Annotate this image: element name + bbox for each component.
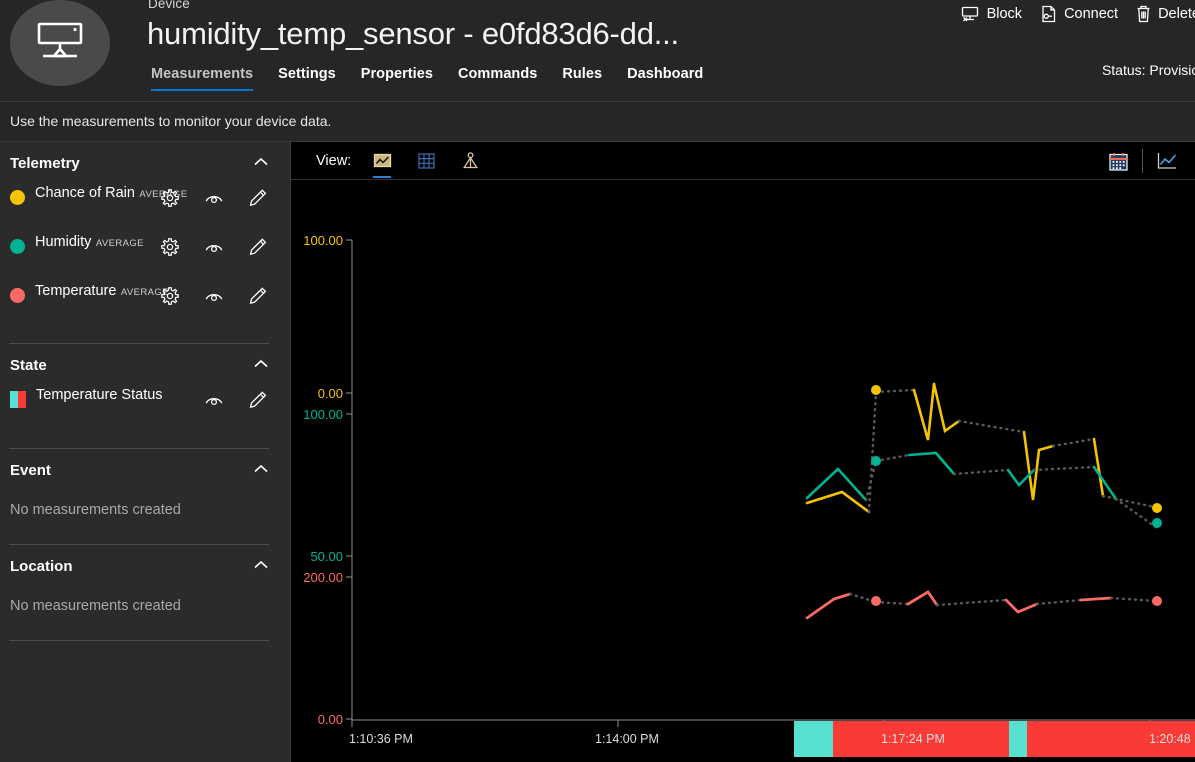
section-title: Telemetry [10,154,80,172]
section-header-telemetry[interactable]: Telemetry [0,142,290,184]
state-bar-temperature-status [794,721,1195,757]
measurement-row-humidity[interactable]: Humidity AVERAGE [0,233,290,282]
tab-settings[interactable]: Settings [278,66,336,91]
y-tick-temp-max: 200.00 [303,570,343,585]
toolbar-divider [1142,149,1143,173]
header-actions: Block Connect Delet [961,0,1195,28]
pencil-icon[interactable] [248,188,268,208]
gear-icon[interactable] [160,237,180,257]
measurement-name: Temperature [35,283,117,299]
chevron-up-icon[interactable] [253,463,269,475]
page-description: Use the measurements to monitor your dev… [10,113,332,129]
y-tick-rain-min: 0.00 [317,386,343,401]
y-tick-temp-min: 0.00 [317,712,343,727]
pencil-icon[interactable] [248,237,268,257]
page-title: humidity_temp_sensor - e0fd83d6-dd... [147,16,679,51]
y-tick-humidity-min: 50.00 [310,549,343,564]
table-view-icon[interactable] [415,148,437,174]
chart-svg [346,239,1195,757]
map-view-icon[interactable] [459,148,481,174]
y-tick-marks [346,239,352,720]
block-button[interactable]: Block [961,6,1022,23]
tab-commands[interactable]: Commands [458,66,537,91]
connect-icon [1040,5,1057,23]
y-tick-rain-max: 100.00 [303,233,343,248]
delete-button[interactable]: Delete [1136,5,1195,23]
tab-properties[interactable]: Properties [361,66,433,91]
delete-label: Delete [1158,6,1195,22]
page-header: Device humidity_temp_sensor - e0fd83d6-d… [0,0,1195,101]
tab-bar: Measurements Settings Properties Command… [151,66,703,91]
measurement-name: Chance of Rain [35,185,135,201]
state-color-swatch [10,391,26,408]
series-color-swatch [10,288,25,303]
calendar-icon[interactable] [1098,146,1138,176]
subheader: Use the measurements to monitor your dev… [0,101,1195,141]
measurement-row-chance-of-rain[interactable]: Chance of Rain AVERAGE [0,184,290,233]
chart-toolbar: View: [291,142,1195,180]
series-humidity [805,451,1162,530]
gear-icon[interactable] [160,188,180,208]
section-header-event[interactable]: Event [0,449,290,491]
block-device-icon [961,6,980,23]
x-tick-2: 1:17:24 PM [881,732,945,746]
gear-icon[interactable] [160,286,180,306]
eye-icon[interactable] [204,237,224,257]
measurement-row-temperature[interactable]: Temperature AVERAGE [0,282,290,331]
pencil-icon[interactable] [248,286,268,306]
series-temperature [805,590,1162,620]
device-avatar [10,0,110,86]
empty-message-location: No measurements created [10,598,181,614]
measurement-name: Temperature Status [36,387,163,403]
y-tick-humidity-max: 100.00 [303,407,343,422]
breadcrumb[interactable]: Device [148,0,190,11]
pencil-icon[interactable] [248,390,268,410]
chevron-up-icon[interactable] [253,559,269,571]
chart-panel: View: 100.00 0.00 100.00 50.00 200.00 0.… [290,141,1195,762]
x-tick-1: 1:14:00 PM [595,732,659,746]
series-color-swatch [10,239,25,254]
measurement-name: Humidity [35,234,92,250]
eye-icon[interactable] [204,188,224,208]
connect-button[interactable]: Connect [1040,5,1118,23]
chart-plot-area[interactable]: 100.00 0.00 100.00 50.00 200.00 0.00 1:1… [291,180,1195,762]
divider [9,640,269,641]
section-title: State [10,356,47,374]
tab-dashboard[interactable]: Dashboard [627,66,703,91]
trash-icon [1136,5,1151,23]
measurements-sidebar: Telemetry Chance of Rain AVERAGE Humidit… [0,141,290,762]
eye-icon[interactable] [204,286,224,306]
section-title: Location [10,557,73,575]
measurement-aggregation: AVERAGE [95,238,144,249]
x-tick-0: 1:10:36 PM [349,732,413,746]
tab-measurements[interactable]: Measurements [151,66,254,91]
chevron-up-icon[interactable] [253,358,269,370]
eye-icon[interactable] [204,390,224,410]
series-color-swatch [10,190,25,205]
status-badge: Status: Provision [1101,62,1195,78]
device-monitor-icon [33,20,87,66]
x-tick-3: 1:20:48 P [1149,732,1195,746]
connect-label: Connect [1064,6,1119,22]
view-label: View: [316,152,352,169]
section-header-location[interactable]: Location [0,545,290,587]
empty-message-event: No measurements created [10,502,181,518]
block-label: Block [986,6,1023,22]
section-title: Event [10,461,51,479]
chart-toolbar-right [1098,142,1187,180]
section-header-state[interactable]: State [0,344,290,386]
tab-rules[interactable]: Rules [562,66,602,91]
chart-view-icon[interactable] [371,148,393,178]
measurement-row-temperature-status[interactable]: Temperature Status [0,386,290,435]
analytics-line-icon[interactable] [1147,146,1187,176]
chevron-up-icon[interactable] [253,156,269,168]
